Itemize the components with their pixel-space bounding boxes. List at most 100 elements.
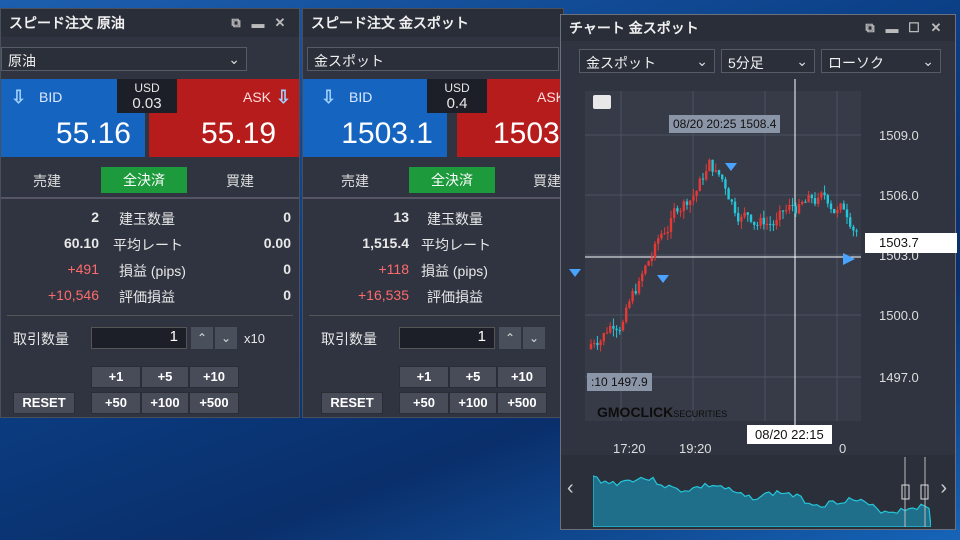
candle-body: [778, 210, 781, 220]
decrease-icon[interactable]: ⌄: [215, 327, 237, 349]
row-label: 建玉数量: [119, 211, 175, 227]
candle-body: [772, 224, 775, 226]
candle-body: [708, 159, 711, 172]
reset-button[interactable]: RESET: [321, 392, 383, 414]
candle-body: [644, 265, 647, 274]
add-1-button[interactable]: +1: [399, 366, 449, 388]
speed-order-panel-gold: スピード注文 金スポット 金スポット ⇩ BID 1503.1 USD 0.4 …: [302, 8, 564, 418]
chart-title: チャート 金スポット: [569, 20, 699, 36]
candle-body: [625, 307, 628, 322]
watermark: GMOCLICKSECURITIES: [597, 404, 727, 420]
product-select[interactable]: 原油 ⌄: [1, 47, 247, 71]
add-10-button[interactable]: +10: [189, 366, 239, 388]
nav-next-icon[interactable]: ›: [940, 477, 947, 500]
tab-close-all[interactable]: 全決済: [101, 167, 187, 193]
tab-buy[interactable]: 買建: [533, 171, 561, 191]
candle-body: [759, 217, 762, 226]
tab-sell[interactable]: 売建: [33, 171, 61, 191]
candle-body: [660, 233, 663, 239]
popout-icon[interactable]: ⧉: [859, 20, 881, 36]
x-tick-label: 0: [839, 441, 846, 456]
candle-body: [855, 230, 858, 232]
reset-button[interactable]: RESET: [13, 392, 75, 414]
candle-body: [727, 188, 730, 200]
spread-value: 0.4: [446, 95, 468, 112]
ask-price: 1503: [493, 117, 560, 150]
panel-titlebar[interactable]: スピード注文 金スポット: [303, 9, 563, 37]
chevron-down-icon: ⌄: [228, 51, 240, 67]
navigator-area-chart[interactable]: [593, 457, 931, 527]
interval-select[interactable]: 5分足 ⌄: [721, 49, 815, 73]
tab-buy[interactable]: 買建: [226, 171, 254, 191]
product-select-value: 金スポット: [314, 53, 384, 69]
candle-body: [737, 213, 740, 222]
sell-value: +118: [378, 261, 410, 277]
add-500-button[interactable]: +500: [189, 392, 239, 414]
add-5-button[interactable]: +5: [449, 366, 497, 388]
spread-box: USD 0.4: [427, 79, 487, 113]
minimize-icon[interactable]: ▬: [881, 21, 903, 36]
candle-body: [836, 209, 839, 214]
quantity-input[interactable]: 1: [91, 327, 187, 349]
position-row: +118 損益 (pips): [303, 261, 563, 285]
row-label: 平均レート: [421, 237, 491, 253]
position-row: 13 建玉数量: [303, 209, 563, 233]
maximize-icon[interactable]: ☐: [903, 20, 925, 36]
bid-label: BID: [39, 89, 63, 105]
candle-body: [817, 197, 820, 204]
increase-icon[interactable]: ⌃: [499, 327, 521, 349]
candle-body: [753, 221, 756, 225]
popout-icon[interactable]: ⧉: [225, 15, 247, 31]
sell-value: 1,515.4: [362, 235, 409, 251]
candle-body: [711, 159, 714, 172]
candlestick-chart[interactable]: 1509.01506.01503.01500.01497.017:20 19:20…: [561, 79, 955, 459]
add-5-button[interactable]: +5: [141, 366, 189, 388]
candle-body: [807, 195, 810, 203]
add-1-button[interactable]: +1: [91, 366, 141, 388]
add-500-button[interactable]: +500: [497, 392, 547, 414]
tab-sell[interactable]: 売建: [341, 171, 369, 191]
product-select[interactable]: 金スポット: [307, 47, 559, 71]
add-50-button[interactable]: +50: [399, 392, 449, 414]
chart-navigator[interactable]: ‹ ›: [561, 455, 955, 529]
candle-body: [765, 223, 769, 225]
minimize-icon[interactable]: ▬: [247, 16, 269, 31]
watermark-text: GMOCLICK: [597, 404, 674, 420]
tab-close-all[interactable]: 全決済: [409, 167, 495, 193]
chart-product-select[interactable]: 金スポット ⌄: [579, 49, 715, 73]
candle-body: [769, 223, 772, 225]
quantity-input[interactable]: 1: [399, 327, 495, 349]
panel-titlebar[interactable]: スピード注文 原油 ⧉ ▬ ✕: [1, 9, 299, 37]
candle-body: [823, 192, 826, 196]
comment-icon[interactable]: [593, 95, 611, 109]
candle-body: [852, 226, 855, 231]
nav-prev-icon[interactable]: ‹: [567, 477, 574, 500]
add-10-button[interactable]: +10: [497, 366, 547, 388]
close-icon[interactable]: ✕: [269, 15, 291, 31]
decrease-icon[interactable]: ⌄: [523, 327, 545, 349]
sell-value: 2: [91, 209, 99, 225]
sell-value: +10,546: [48, 287, 99, 303]
chart-titlebar[interactable]: チャート 金スポット ⧉ ▬ ☐ ✕: [561, 15, 955, 41]
chevron-down-icon: ⌄: [922, 53, 934, 69]
row-label: 損益 (pips): [421, 263, 488, 279]
close-icon[interactable]: ✕: [925, 20, 947, 36]
candle-body: [653, 243, 657, 258]
candle-body: [615, 328, 618, 331]
candle-body: [647, 261, 650, 266]
bid-button[interactable]: ⇩ BID 1503.1: [303, 79, 447, 157]
candle-body: [701, 178, 705, 180]
increase-icon[interactable]: ⌃: [191, 327, 213, 349]
candle-body: [730, 199, 733, 202]
ask-price: 55.19: [201, 117, 277, 150]
add-50-button[interactable]: +50: [91, 392, 141, 414]
chart-type-select[interactable]: ローソク ⌄: [821, 49, 941, 73]
add-100-button[interactable]: +100: [449, 392, 497, 414]
candle-body: [721, 174, 724, 180]
candle-body: [589, 343, 593, 349]
chart-product-value: 金スポット: [586, 55, 656, 71]
candle-body: [621, 321, 625, 331]
chart-window: チャート 金スポット ⧉ ▬ ☐ ✕ 金スポット ⌄ 5分足 ⌄ ローソク ⌄ …: [560, 14, 957, 530]
add-100-button[interactable]: +100: [141, 392, 189, 414]
watermark-sub: SECURITIES: [673, 409, 728, 419]
